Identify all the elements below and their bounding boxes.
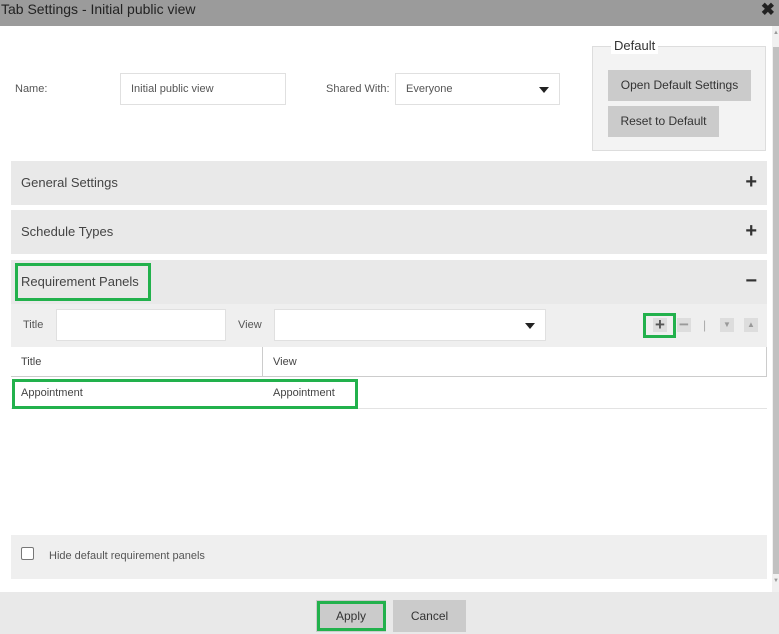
remove-icon[interactable]: − [677,316,691,333]
toolbar-separator: | [703,318,707,332]
reset-to-default-button[interactable]: Reset to Default [608,106,719,137]
section-schedule-types[interactable]: Schedule Types + [11,210,767,254]
column-separator[interactable] [262,347,263,377]
scroll-up-icon[interactable]: ▲ [773,30,779,36]
default-legend: Default [611,38,659,54]
grid-header: Title View [11,347,767,377]
dialog-titlebar: Tab Settings - Initial public view ✖ [0,0,779,26]
hide-default-label: Hide default requirement panels [49,550,205,562]
shared-with-value: Everyone [406,83,453,95]
dialog-content: Name: Initial public view Shared With: E… [0,26,772,592]
shared-with-label: Shared With: [326,83,390,95]
cancel-button[interactable]: Cancel [393,600,466,632]
chevron-down-icon [525,323,535,329]
dialog-footer: Apply Cancel [0,592,779,634]
section-requirement-panels[interactable]: Requirement Panels − [11,260,767,304]
section-title: Requirement Panels [21,274,139,289]
dialog-title: Tab Settings - Initial public view [1,1,196,17]
scroll-down-icon[interactable]: ▼ [773,578,779,584]
apply-button[interactable]: Apply [316,600,386,632]
hide-default-panel: Hide default requirement panels [11,535,767,579]
shared-with-select[interactable]: Everyone [395,73,560,105]
chevron-down-icon [539,87,549,93]
name-label: Name: [15,83,48,95]
row-view-cell: Appointment [273,387,335,399]
column-header-view[interactable]: View [273,356,297,368]
move-down-icon[interactable]: ▼ [720,318,734,332]
title-label: Title [23,319,44,331]
open-default-settings-button[interactable]: Open Default Settings [608,70,751,101]
requirement-panel-toolbar: Title View + − | ▼ ▲ [11,304,767,347]
hide-default-checkbox[interactable] [21,547,34,560]
name-input[interactable]: Initial public view [120,73,286,105]
panel-title-input[interactable] [56,309,226,341]
add-icon[interactable]: + [653,316,667,333]
table-row[interactable]: Appointment Appointment [11,377,767,409]
section-general-settings[interactable]: General Settings + [11,161,767,205]
row-title-cell: Appointment [21,387,83,399]
close-icon[interactable]: ✖ [761,1,775,19]
section-title: Schedule Types [21,224,114,239]
panel-view-select[interactable] [274,309,546,341]
view-label: View [238,319,262,331]
vertical-scrollbar[interactable]: ▲ ▼ [772,26,779,592]
column-header-title[interactable]: Title [21,356,41,368]
collapse-minus-icon[interactable]: − [745,269,757,293]
expand-plus-icon[interactable]: + [745,170,757,194]
section-title: General Settings [21,175,118,190]
expand-plus-icon[interactable]: + [745,219,757,243]
move-up-icon[interactable]: ▲ [744,318,758,332]
scrollbar-thumb[interactable] [773,47,779,574]
